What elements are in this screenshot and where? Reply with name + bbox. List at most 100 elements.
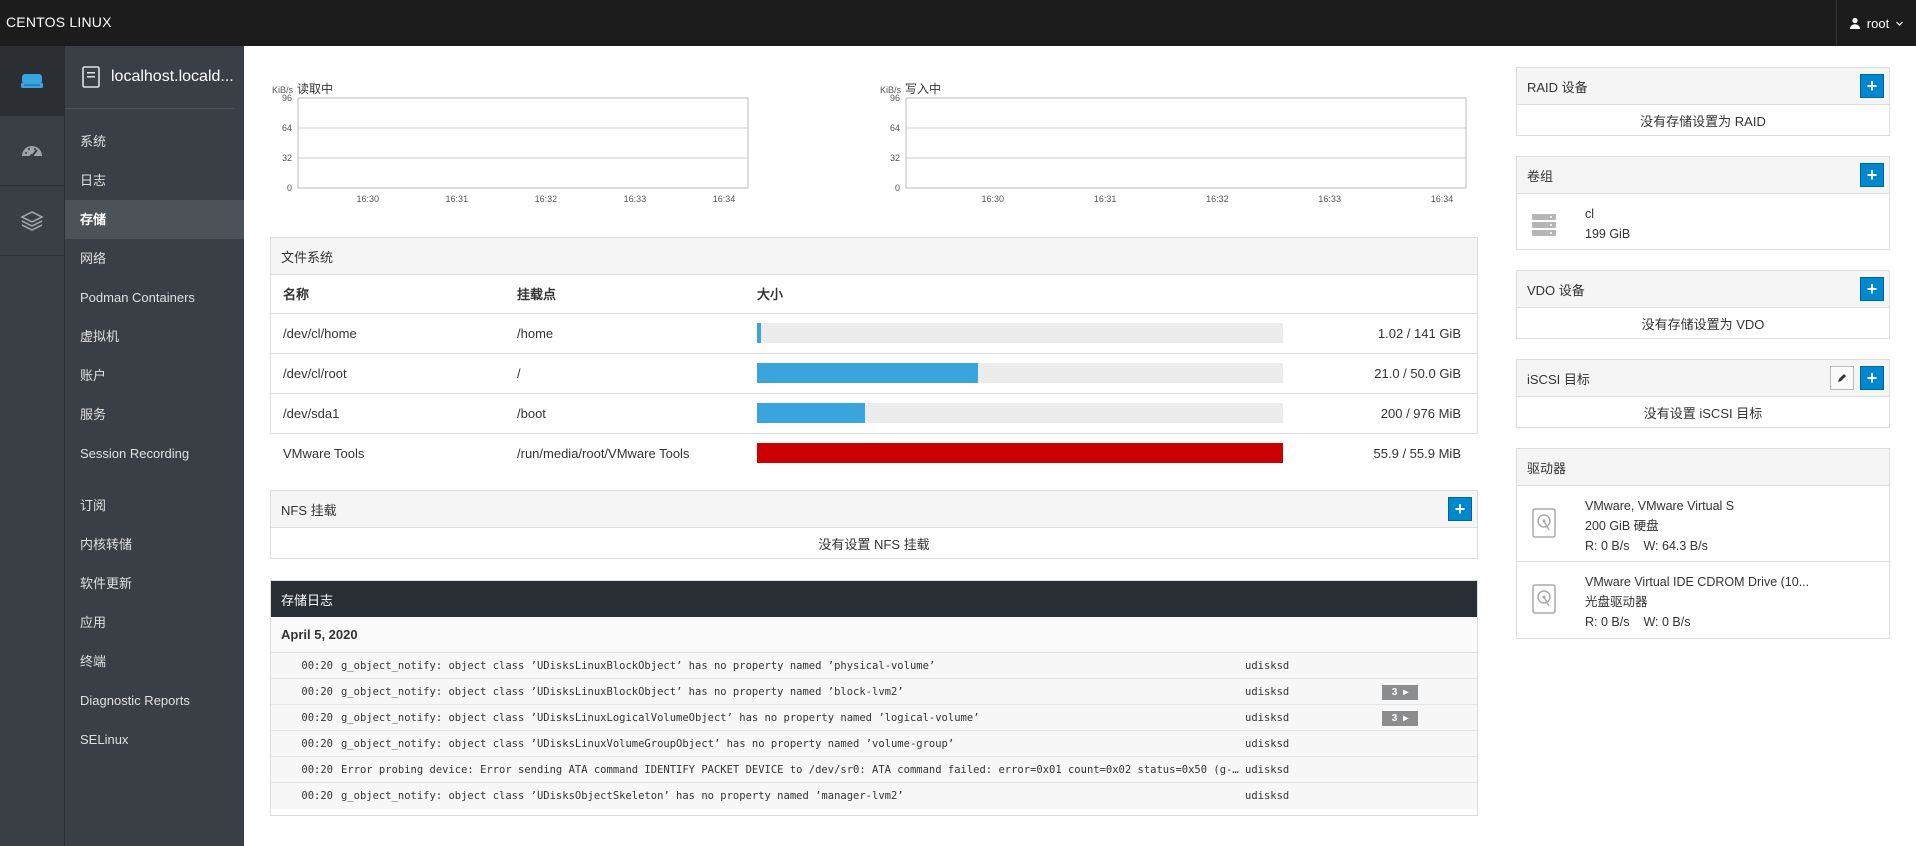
user-name: root (1866, 15, 1890, 31)
y-tick-label: 96 (282, 94, 292, 103)
usage-bar (757, 363, 1283, 383)
nfs-panel-header: NFS 挂载 + (271, 491, 1477, 528)
nav-item-apps[interactable]: 应用 (65, 603, 244, 642)
server-icon (21, 73, 43, 88)
table-row[interactable]: /dev/cl/home /home 1.02 / 141 GiB (271, 313, 1477, 354)
dashboard-icon (22, 145, 42, 158)
fs-mount: /boot (505, 393, 745, 434)
caret-right-icon: ▸ (1403, 713, 1409, 724)
table-row[interactable]: /dev/sda1 /boot 200 / 976 MiB (271, 393, 1477, 434)
x-tick-label: 16:31 (1094, 194, 1117, 204)
log-message: Error probing device: Error sending ATA … (341, 763, 1241, 776)
nav-item-podman[interactable]: Podman Containers (65, 278, 244, 317)
drive-name: VMware Virtual IDE CDROM Drive (10... (1585, 575, 1810, 589)
host-switcher[interactable]: localhost.locald... (65, 46, 234, 109)
log-date-header: April 5, 2020 (271, 617, 1477, 653)
nav-item-network[interactable]: 网络 (65, 239, 244, 278)
nav-separator (65, 473, 244, 486)
add-volume-group-button[interactable]: + (1860, 163, 1884, 187)
x-tick-label: 16:30 (356, 194, 379, 204)
nav-item-session-recording[interactable]: Session Recording (65, 434, 244, 473)
log-repeat-count: 3 (1391, 713, 1398, 724)
nav-item-services[interactable]: 服务 (65, 395, 244, 434)
x-tick-label: 16:32 (1206, 194, 1229, 204)
fs-mount: /home (505, 313, 745, 354)
log-time: 00:20 (301, 659, 333, 672)
table-row[interactable]: VMware Tools /run/media/root/VMware Tool… (271, 433, 1477, 473)
table-row[interactable]: /dev/cl/root / 21.0 / 50.0 GiB (271, 353, 1477, 394)
x-tick-label: 16:33 (1318, 194, 1341, 204)
fs-usage-bar-cell (745, 433, 1285, 473)
nav-item-logs[interactable]: 日志 (65, 161, 244, 200)
user-icon (1849, 17, 1860, 29)
log-entry[interactable]: 00:20 g_object_notify: object class ’UDis… (271, 731, 1477, 757)
log-entry[interactable]: 00:20 g_object_notify: object class ’UDis… (271, 679, 1477, 705)
vdo-panel: VDO 设备 + 没有存储设置为 VDO (1516, 270, 1890, 339)
iscsi-panel-header: iSCSI 目标 + (1517, 360, 1889, 397)
log-repeat-badge[interactable]: 3 ▸ (1382, 685, 1418, 700)
add-vdo-button[interactable]: + (1860, 277, 1884, 301)
nav-item-system[interactable]: 系统 (65, 122, 244, 161)
filesystems-panel-title: 文件系统 (271, 238, 1477, 275)
write-chart-plot: 96 64 32 0 16:30 16:31 16:32 16:33 16:34 (890, 94, 1467, 204)
log-repeat-badge[interactable]: 3 ▸ (1382, 711, 1418, 726)
user-menu[interactable]: root (1836, 0, 1916, 46)
log-source: udisksd (1245, 737, 1290, 750)
fs-mount: / (505, 353, 745, 394)
fs-size: 200 / 976 MiB (1285, 393, 1477, 434)
optical-drive-icon (1532, 584, 1556, 614)
x-tick-label: 16:30 (982, 194, 1005, 204)
vdo-panel-title: VDO 设备 (1527, 282, 1585, 298)
iscsi-panel: iSCSI 目标 + 没有设置 iSCSI 目标 (1516, 359, 1890, 428)
host-name: localhost.locald... (111, 68, 234, 85)
add-nfs-button[interactable]: + (1448, 497, 1472, 521)
log-entry[interactable]: 00:20 g_object_notify: object class ’UDis… (271, 653, 1477, 679)
log-source: udisksd (1245, 790, 1290, 802)
fs-mount: /run/media/root/VMware Tools (517, 445, 690, 461)
log-time: 00:20 (301, 711, 333, 724)
column-size-header: 大小 (745, 275, 1285, 314)
storage-log-panel: 存储日志 April 5, 2020 00:20 g_object_notify:… (270, 580, 1478, 816)
log-time: 00:20 (301, 737, 333, 750)
drive-item[interactable]: VMware Virtual IDE CDROM Drive (10... 光盘… (1517, 562, 1889, 638)
log-entry[interactable]: 00:20 Error probing device: Error sending… (271, 757, 1477, 783)
nav-item-storage[interactable]: 存储 (65, 200, 244, 239)
nav-sidebar: localhost.locald... 系统 日志 存储 网络 Podman C… (64, 46, 244, 846)
x-tick-label: 16:34 (713, 194, 736, 204)
iscsi-empty-message: 没有设置 iSCSI 目标 (1643, 405, 1763, 421)
log-entry[interactable]: 00:20 g_object_notify: object class ’UDis… (271, 705, 1477, 731)
volume-group-item[interactable]: cl 199 GiB (1517, 194, 1889, 244)
log-time: 00:20 (301, 685, 333, 698)
nav-item-vms[interactable]: 虚拟机 (65, 317, 244, 356)
log-list: 00:20 g_object_notify: object class ’UDis… (271, 653, 1477, 809)
log-source: udisksd (1245, 659, 1290, 672)
usage-bar-fill (757, 443, 1283, 464)
host-document-icon (82, 66, 100, 88)
nav-item-updates[interactable]: 软件更新 (65, 564, 244, 603)
log-entry[interactable]: 00:20 g_object_notify: object class ’UDis… (271, 783, 1477, 809)
y-tick-label: 32 (282, 153, 292, 163)
nav-item-subscriptions[interactable]: 订阅 (65, 486, 244, 525)
add-raid-button[interactable]: + (1860, 74, 1884, 98)
nav-item-selinux[interactable]: SELinux (65, 720, 244, 759)
rail-apps-button[interactable] (0, 186, 64, 256)
nav-item-terminal[interactable]: 终端 (65, 642, 244, 681)
fs-name: /dev/sda1 (271, 393, 505, 434)
edit-iscsi-button[interactable] (1830, 366, 1854, 390)
nav-item-diagnostic-reports[interactable]: Diagnostic Reports (65, 681, 244, 720)
nav-item-accounts[interactable]: 账户 (65, 356, 244, 395)
nav-item-kdump[interactable]: 内核转储 (65, 525, 244, 564)
add-iscsi-button[interactable]: + (1860, 366, 1884, 390)
drive-rates: R: 0 B/s W: 64.3 B/s (1585, 536, 1734, 556)
volume-group-icon (1532, 214, 1556, 236)
drive-text: VMware Virtual IDE CDROM Drive (10... 光盘… (1585, 572, 1809, 632)
drive-rates: R: 0 B/s W: 0 B/s (1585, 612, 1809, 632)
drive-item[interactable]: VMware, VMware Virtual S 200 GiB 硬盘 R: 0… (1517, 486, 1889, 562)
storage-log-title: 存储日志 (271, 581, 1477, 617)
fs-usage-bar-cell (745, 393, 1285, 434)
fs-name: VMware Tools (283, 445, 365, 461)
rail-dashboard-button[interactable] (0, 116, 64, 186)
rail-host-button[interactable] (0, 46, 64, 116)
read-chart: KiB/s 读取中 96 64 32 0 16:30 16:31 16:32 16:33 16:3… (270, 76, 860, 226)
log-message: g_object_notify: object class ’UDisksObj… (341, 790, 904, 802)
